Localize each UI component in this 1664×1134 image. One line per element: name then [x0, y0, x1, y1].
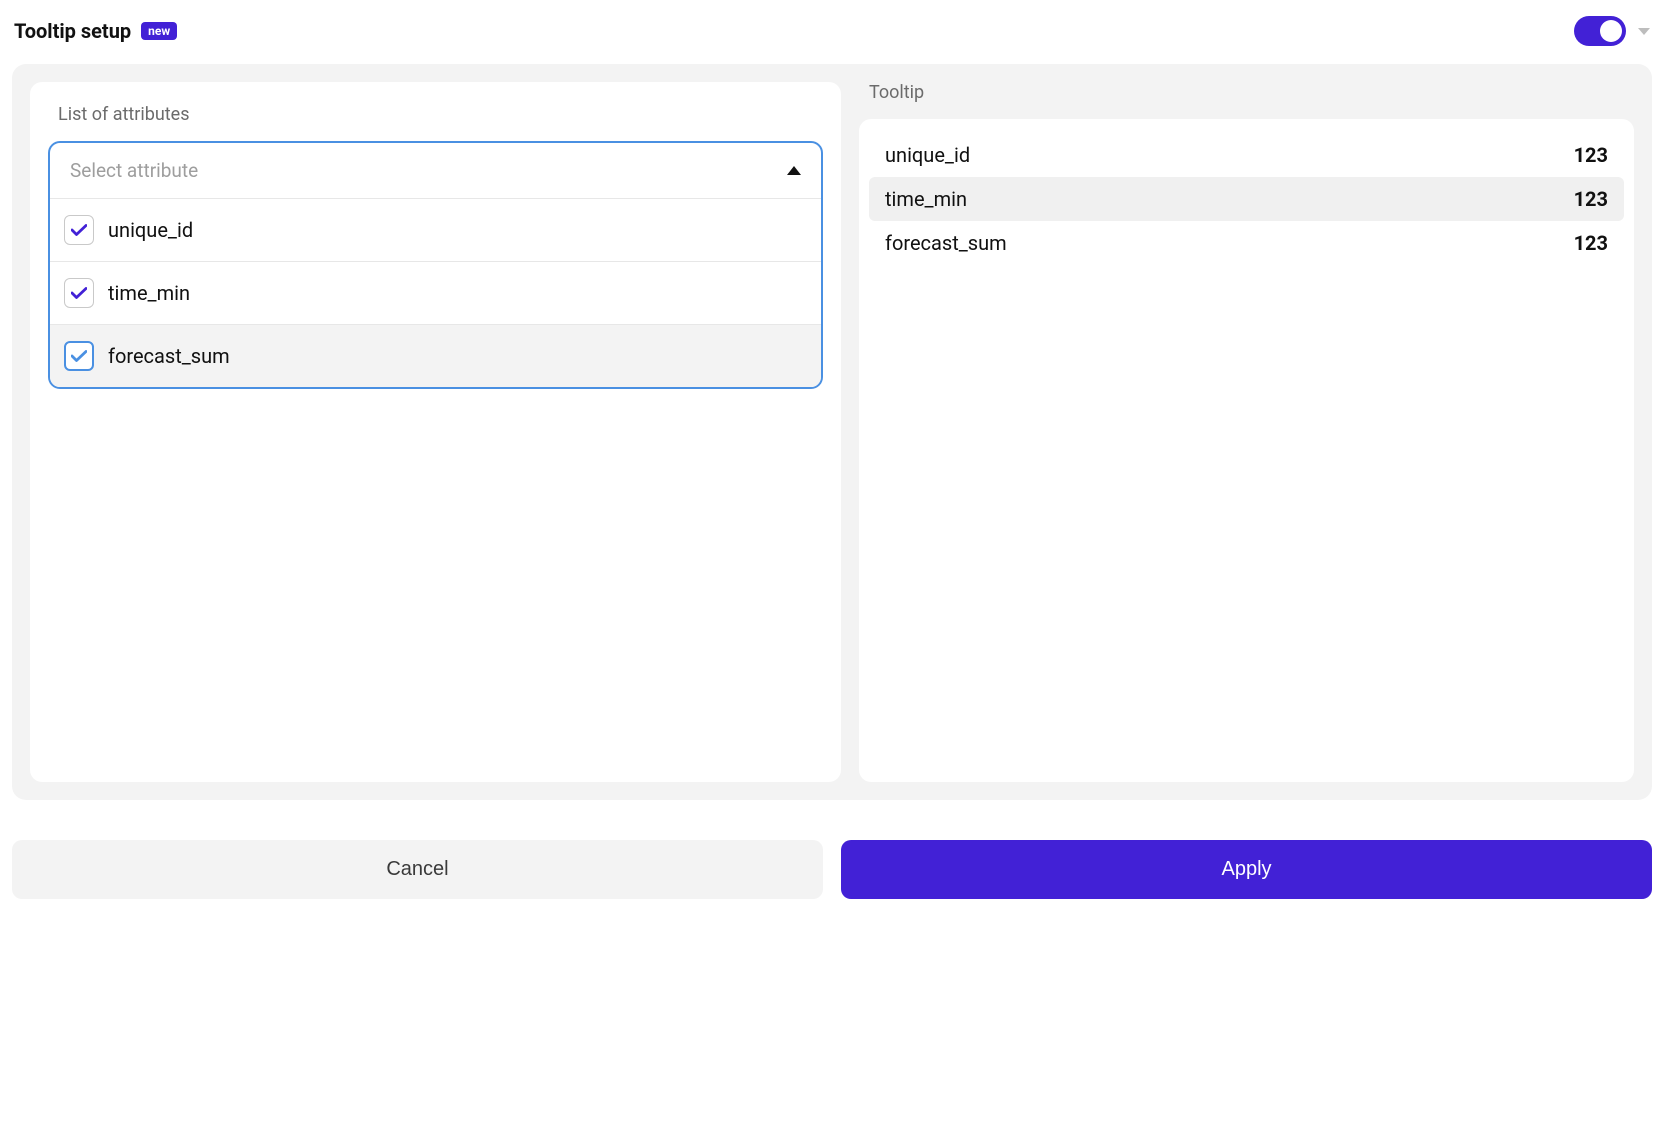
page-title: Tooltip setup: [14, 19, 131, 43]
tooltip-key: unique_id: [885, 143, 970, 167]
toggle-knob: [1600, 20, 1622, 42]
header-bar: Tooltip setup new: [12, 10, 1652, 64]
tooltip-preview-card: unique_id 123 time_min 123 forecast_sum …: [859, 119, 1634, 782]
header-right: [1574, 16, 1650, 46]
tooltip-column: Tooltip unique_id 123 time_min 123 forec…: [859, 82, 1634, 782]
checkbox[interactable]: [64, 278, 94, 308]
tooltip-value: 123: [1574, 231, 1608, 255]
attribute-option[interactable]: unique_id: [50, 198, 821, 261]
check-icon: [71, 287, 87, 299]
tooltip-key: time_min: [885, 187, 967, 211]
tooltip-key: forecast_sum: [885, 231, 1007, 255]
checkbox[interactable]: [64, 341, 94, 371]
cancel-button[interactable]: Cancel: [12, 840, 823, 899]
header-left: Tooltip setup new: [14, 19, 177, 43]
attributes-card: List of attributes Select attribute uniq…: [30, 82, 841, 782]
attribute-select: Select attribute unique_id: [48, 141, 823, 389]
attribute-option[interactable]: time_min: [50, 261, 821, 324]
attribute-option-label: forecast_sum: [108, 344, 230, 368]
tooltip-value: 123: [1574, 143, 1608, 167]
checkbox[interactable]: [64, 215, 94, 245]
attribute-option-label: time_min: [108, 281, 190, 305]
chevron-down-icon[interactable]: [1638, 28, 1650, 35]
tooltip-row[interactable]: unique_id 123: [869, 133, 1624, 177]
attribute-option-label: unique_id: [108, 218, 193, 242]
footer-actions: Cancel Apply: [12, 840, 1652, 899]
triangle-up-icon: [787, 166, 801, 175]
attribute-option[interactable]: forecast_sum: [50, 324, 821, 387]
apply-button[interactable]: Apply: [841, 840, 1652, 899]
tooltip-row[interactable]: forecast_sum 123: [869, 221, 1624, 265]
attributes-label: List of attributes: [48, 104, 823, 125]
check-icon: [71, 350, 87, 362]
check-icon: [71, 224, 87, 236]
tooltip-label: Tooltip: [859, 82, 1634, 103]
enable-toggle[interactable]: [1574, 16, 1626, 46]
body-panel: List of attributes Select attribute uniq…: [12, 64, 1652, 800]
tooltip-value: 123: [1574, 187, 1608, 211]
new-badge: new: [141, 22, 177, 40]
select-placeholder: Select attribute: [70, 159, 198, 182]
attribute-select-head[interactable]: Select attribute: [50, 143, 821, 198]
tooltip-row[interactable]: time_min 123: [869, 177, 1624, 221]
